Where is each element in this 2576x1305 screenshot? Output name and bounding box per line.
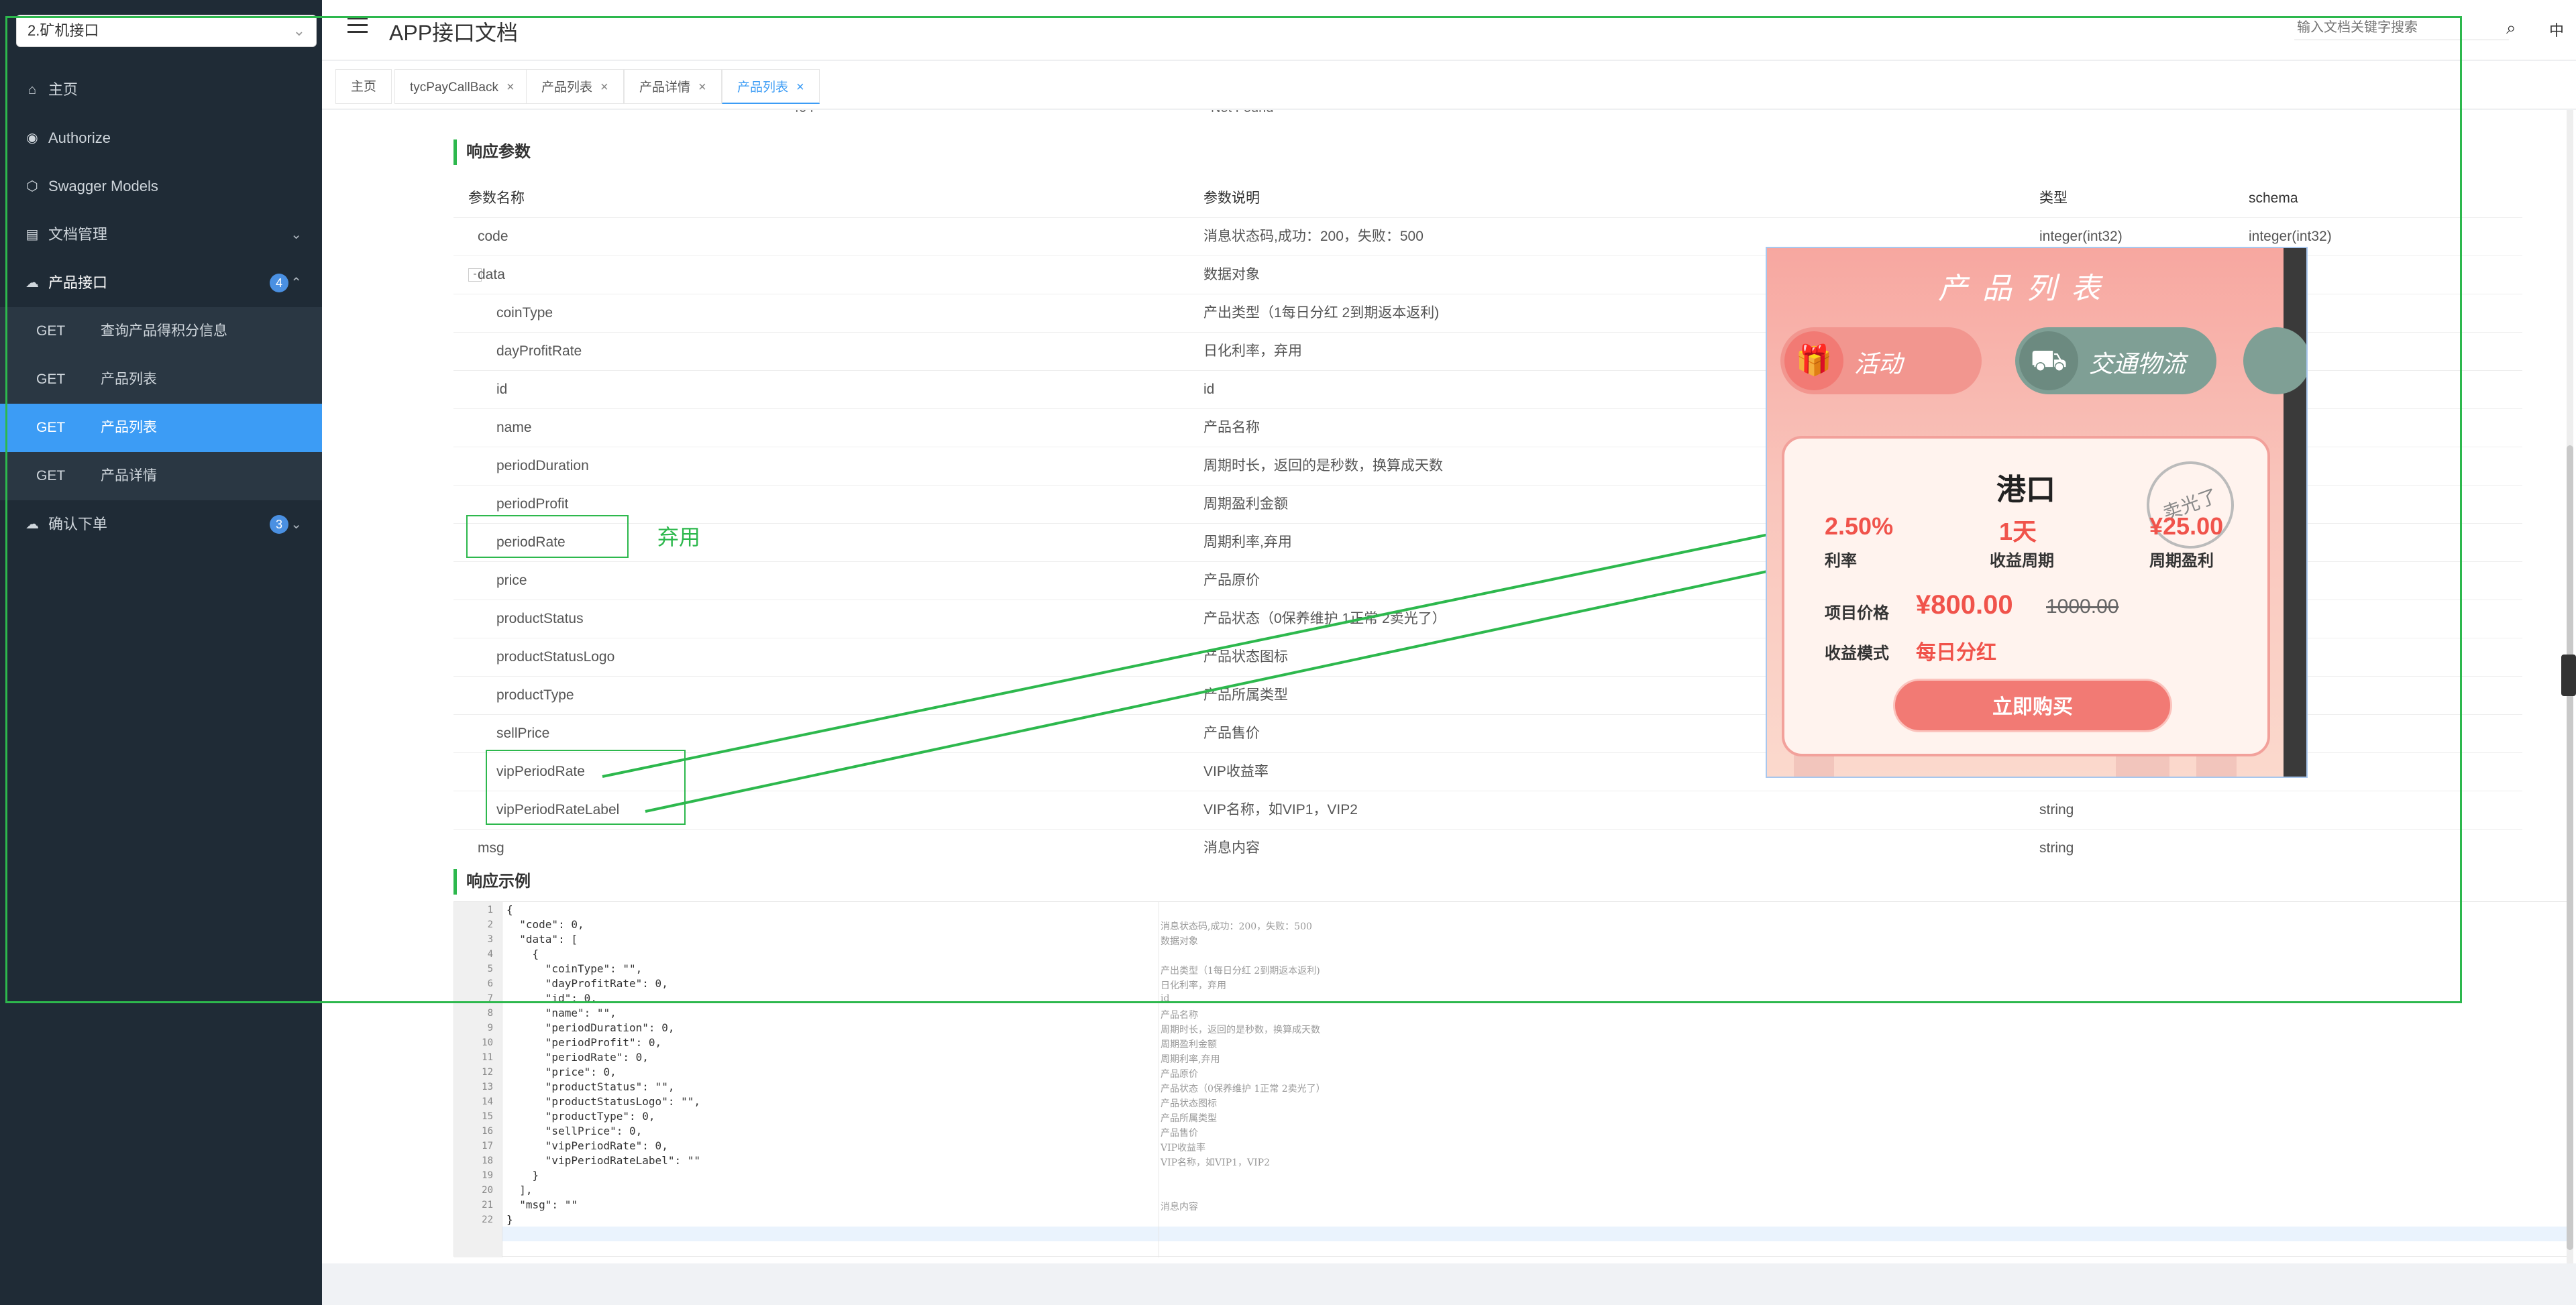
arrow-vip-rate	[602, 511, 1835, 778]
arrow-vip-label	[645, 547, 1835, 813]
product-card[interactable]: 港口 卖光了 2.50% 利率 1天 收益周期 ¥25.00 周期盈利 项目价格…	[1782, 436, 2270, 756]
chip-label: 交通物流	[2089, 351, 2186, 378]
gift-icon: 🎁	[1784, 331, 1843, 390]
category-chip-logistics[interactable]: ⛟ 交通物流	[2015, 327, 2216, 394]
chip-label: 活动	[1854, 351, 1903, 378]
original-price: 1000.00	[2046, 595, 2119, 618]
period-label: 收益周期	[1990, 552, 2054, 570]
mode-value: 每日分红	[1916, 642, 1996, 664]
phone-scrollbar	[2284, 248, 2306, 777]
rate-value: 2.50%	[1825, 512, 1894, 540]
phone-page-title: 产品列表	[1938, 272, 2115, 306]
category-chip-more[interactable]	[2243, 327, 2306, 394]
vehicle-icon: ⛟	[2019, 331, 2078, 390]
rate-label: 利率	[1825, 552, 1857, 570]
phone-mockup: 产品列表 🎁 活动 ⛟ 交通物流 港口 卖光了 2.50% 利率 1天 收益周期…	[1766, 247, 2308, 778]
period-value: 1天	[1999, 518, 2037, 545]
profit-label: 周期盈利	[2149, 552, 2214, 570]
category-chip-activity[interactable]: 🎁 活动	[1780, 327, 1982, 394]
profit-value: ¥25.00	[2149, 512, 2224, 540]
price-label: 项目价格	[1825, 604, 1889, 622]
price-value: ¥800.00	[1916, 590, 2013, 620]
mode-label: 收益模式	[1825, 644, 1889, 663]
buy-now-button[interactable]: 立即购买	[1893, 679, 2172, 732]
